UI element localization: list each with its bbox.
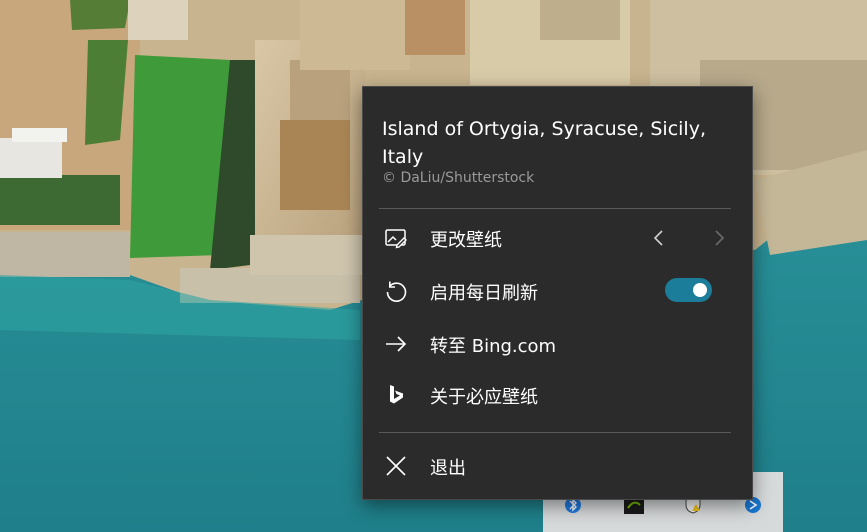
menu-item-change-wallpaper[interactable]: 更改壁纸 xyxy=(363,215,752,259)
change-wallpaper-label: 更改壁纸 xyxy=(430,230,502,251)
image-edit-icon xyxy=(383,225,409,251)
menu-item-exit[interactable]: 退出 xyxy=(363,443,752,487)
arrow-right-icon xyxy=(383,331,409,357)
daily-refresh-label: 启用每日刷新 xyxy=(430,283,538,304)
menu-divider xyxy=(379,208,731,209)
about-label: 关于必应壁纸 xyxy=(430,387,538,408)
desktop: Island of Ortygia, Syracuse, Sicily, Ita… xyxy=(0,0,867,532)
menu-item-about[interactable]: 关于必应壁纸 xyxy=(363,372,752,416)
exit-label: 退出 xyxy=(430,458,466,479)
menu-item-daily-refresh[interactable]: 启用每日刷新 xyxy=(363,268,752,312)
bing-wallpaper-menu: Island of Ortygia, Syracuse, Sicily, Ita… xyxy=(362,86,753,500)
wallpaper-credit: © DaLiu/Shutterstock xyxy=(382,170,535,186)
close-icon xyxy=(383,453,409,479)
toggle-knob xyxy=(693,283,707,297)
bing-logo-icon xyxy=(383,382,409,408)
refresh-icon xyxy=(383,278,409,304)
wallpaper-title: Island of Ortygia, Syracuse, Sicily, Ita… xyxy=(382,118,706,168)
go-to-bing-label: 转至 Bing.com xyxy=(430,336,557,357)
daily-refresh-toggle[interactable] xyxy=(665,278,712,302)
menu-item-go-to-bing[interactable]: 转至 Bing.com xyxy=(363,321,752,365)
chevron-right-icon[interactable] xyxy=(709,227,729,249)
chevron-left-icon[interactable] xyxy=(649,227,669,249)
menu-divider xyxy=(379,432,731,433)
